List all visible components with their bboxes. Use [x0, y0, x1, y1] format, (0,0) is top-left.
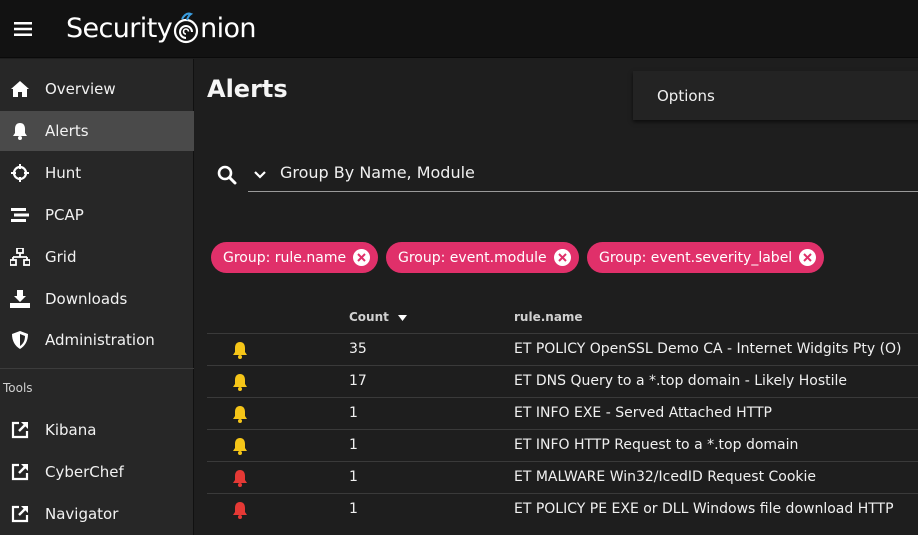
- bell-icon: [232, 469, 250, 487]
- chip-group-rule-name[interactable]: Group: rule.name: [211, 242, 379, 273]
- chip-group-event-severity-label[interactable]: Group: event.severity_label: [587, 242, 825, 273]
- sidebar-item-downloads[interactable]: Downloads: [0, 279, 194, 319]
- table-row[interactable]: 1 ET INFO EXE - Served Attached HTTP: [207, 397, 918, 429]
- sidebar-item-label: Administration: [45, 331, 155, 349]
- rule-name-cell: ET INFO EXE - Served Attached HTTP: [514, 405, 772, 421]
- chip-label: Group: event.severity_label: [599, 249, 793, 266]
- logo-text-security: Security: [66, 12, 173, 44]
- onion-logo-icon: [173, 10, 199, 46]
- sidebar-item-cyberchef[interactable]: CyberChef: [0, 452, 194, 492]
- sidebar-item-label: Hunt: [45, 164, 82, 182]
- sidebar-item-navigator[interactable]: Navigator: [0, 494, 194, 534]
- chip-label: Group: event.module: [398, 249, 547, 266]
- sidebar-divider: [0, 368, 194, 369]
- download-icon: [10, 289, 30, 309]
- bell-icon: [232, 405, 250, 423]
- top-app-bar: Security nion: [0, 0, 918, 58]
- sidebar-item-label: Kibana: [45, 421, 97, 439]
- column-header-count[interactable]: Count: [349, 301, 408, 333]
- sort-down-icon: [398, 315, 408, 321]
- column-header-rule-name[interactable]: rule.name: [514, 301, 583, 333]
- sidebar-item-alerts[interactable]: Alerts: [0, 111, 194, 151]
- home-icon: [10, 79, 30, 99]
- table-row[interactable]: 1 ET INFO HTTP Request to a *.top domain: [207, 429, 918, 461]
- tools-section-header: Tools: [3, 381, 33, 395]
- bell-icon: [232, 437, 250, 455]
- close-icon[interactable]: [799, 249, 817, 266]
- bell-icon: [232, 341, 250, 359]
- sidebar-item-grid[interactable]: Grid: [0, 237, 194, 277]
- count-cell: 1: [349, 469, 358, 485]
- query-input[interactable]: Group By Name, Module: [248, 155, 918, 192]
- search-icon[interactable]: [217, 165, 239, 187]
- chip-group-event-module[interactable]: Group: event.module: [386, 242, 579, 273]
- chip-label: Group: rule.name: [223, 249, 347, 266]
- network-icon: [10, 247, 30, 267]
- table-row[interactable]: 35 ET POLICY OpenSSL Demo CA - Internet …: [207, 333, 918, 365]
- close-icon[interactable]: [353, 249, 371, 266]
- count-cell: 1: [349, 437, 358, 453]
- table-row[interactable]: 17 ET DNS Query to a *.top domain - Like…: [207, 365, 918, 397]
- external-link-icon: [10, 420, 30, 440]
- security-onion-logo[interactable]: Security nion: [66, 8, 257, 48]
- count-cell: 1: [349, 501, 358, 517]
- options-label: Options: [657, 86, 715, 105]
- rule-name-cell: ET POLICY OpenSSL Demo CA - Internet Wid…: [514, 341, 902, 357]
- rule-name-cell: ET INFO HTTP Request to a *.top domain: [514, 437, 799, 453]
- sidebar-item-label: Downloads: [45, 290, 128, 308]
- sidebar-item-label: CyberChef: [45, 463, 124, 481]
- sidebar-item-label: Grid: [45, 248, 77, 266]
- rule-name-cell: ET MALWARE Win32/IcedID Request Cookie: [514, 469, 817, 485]
- bell-icon: [10, 121, 30, 141]
- sidebar-item-label: Alerts: [45, 122, 89, 140]
- chevron-down-icon[interactable]: [253, 167, 269, 183]
- table-row[interactable]: 1 ET POLICY PE EXE or DLL Windows file d…: [207, 493, 918, 525]
- external-link-icon: [10, 504, 30, 524]
- query-text: Group By Name, Module: [280, 163, 475, 182]
- count-cell: 35: [349, 341, 367, 357]
- main-content: Alerts Options Group By Name, Module Gro…: [195, 59, 918, 535]
- sidebar-item-kibana[interactable]: Kibana: [0, 410, 194, 450]
- sidebar-item-label: Overview: [45, 80, 116, 98]
- sidebar: Overview Alerts Hunt PCAP Grid Downloads: [0, 59, 194, 535]
- sidebar-item-label: PCAP: [45, 206, 84, 224]
- sidebar-item-label: Navigator: [45, 505, 119, 523]
- rule-name-cell: ET POLICY PE EXE or DLL Windows file dow…: [514, 501, 894, 517]
- sidebar-item-hunt[interactable]: Hunt: [0, 153, 194, 193]
- rule-name-cell: ET DNS Query to a *.top domain - Likely …: [514, 373, 847, 389]
- count-cell: 17: [349, 373, 367, 389]
- shield-icon: [10, 330, 30, 350]
- hamburger-menu-icon[interactable]: [10, 16, 36, 42]
- options-panel[interactable]: Options: [633, 71, 918, 120]
- sidebar-item-overview[interactable]: Overview: [0, 69, 194, 109]
- sidebar-item-pcap[interactable]: PCAP: [0, 195, 194, 235]
- count-cell: 1: [349, 405, 358, 421]
- external-link-icon: [10, 462, 30, 482]
- close-icon[interactable]: [553, 249, 571, 266]
- stream-icon: [10, 205, 30, 225]
- logo-text-nion: nion: [200, 12, 256, 44]
- bell-icon: [232, 501, 250, 519]
- bell-icon: [232, 373, 250, 391]
- table-row[interactable]: 1 ET MALWARE Win32/IcedID Request Cookie: [207, 461, 918, 493]
- sidebar-item-administration[interactable]: Administration: [0, 320, 194, 360]
- crosshairs-icon: [10, 163, 30, 183]
- page-title: Alerts: [207, 75, 288, 103]
